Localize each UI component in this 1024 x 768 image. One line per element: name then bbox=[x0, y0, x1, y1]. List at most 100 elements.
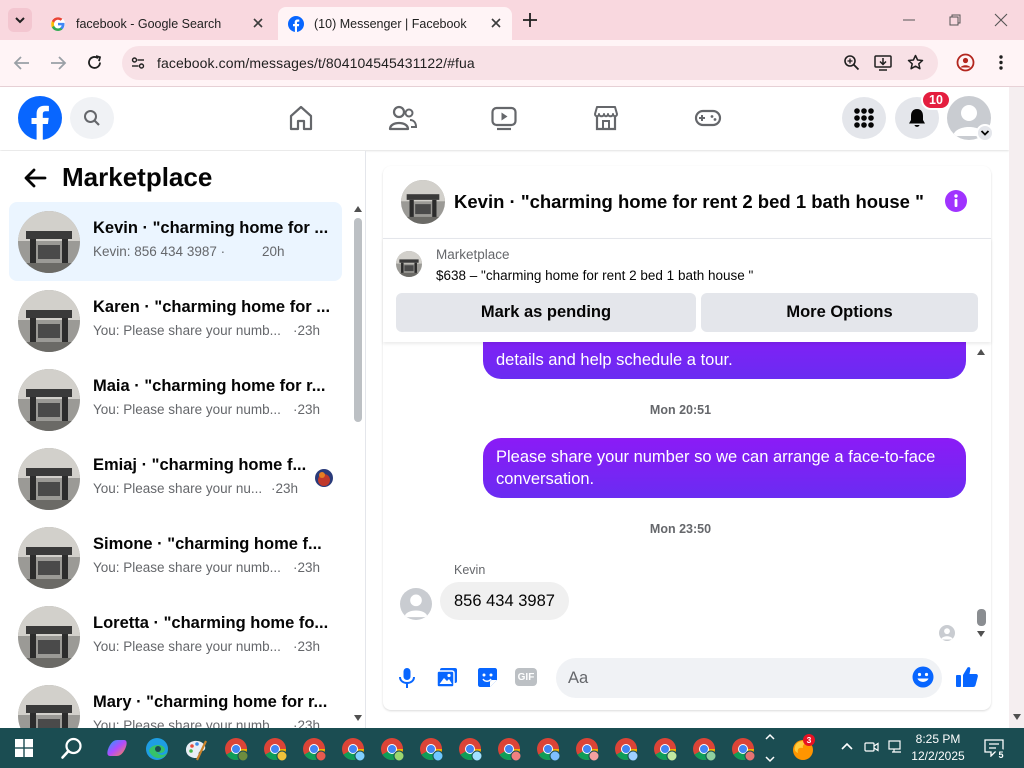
chrome-profile-icon[interactable] bbox=[652, 736, 678, 762]
conversation-name: Kevin · "charming home for ... bbox=[93, 219, 329, 237]
conversation-preview: You: Please share your numb... bbox=[93, 402, 281, 417]
grid-menu-icon bbox=[854, 108, 874, 128]
reload-icon[interactable] bbox=[86, 54, 103, 71]
facebook-logo-icon[interactable] bbox=[18, 96, 62, 140]
chrome-profile-icon[interactable] bbox=[379, 736, 405, 762]
chat-title[interactable]: Kevin · "charming home for rent 2 bed 1 … bbox=[454, 191, 924, 213]
tab-messenger[interactable]: (10) Messenger | Facebook bbox=[278, 7, 512, 40]
message-input[interactable] bbox=[556, 658, 942, 698]
chrome-profile-icon[interactable] bbox=[418, 736, 444, 762]
app-badge: 3 bbox=[803, 734, 815, 746]
video-nav-icon[interactable] bbox=[490, 104, 518, 132]
more-options-button[interactable]: More Options bbox=[701, 293, 978, 332]
chrome-profile-icon[interactable] bbox=[496, 736, 522, 762]
search-button[interactable] bbox=[70, 97, 114, 139]
chrome-profile-icon[interactable] bbox=[340, 736, 366, 762]
sidebar-scroll-thumb[interactable] bbox=[354, 218, 362, 422]
chrome-profile-icon[interactable] bbox=[730, 736, 756, 762]
scroll-up-arrow-icon[interactable] bbox=[976, 348, 986, 356]
sender-avatar[interactable] bbox=[400, 588, 432, 620]
scroll-down-arrow-icon[interactable] bbox=[1012, 713, 1022, 721]
conversation-item[interactable]: Karen · "charming home for ... You: Pleas… bbox=[9, 281, 342, 360]
conversation-name: Maia · "charming home for r... bbox=[93, 377, 326, 395]
sticker-icon[interactable] bbox=[477, 667, 498, 688]
tray-chevron-icon[interactable] bbox=[840, 741, 854, 751]
new-tab-icon[interactable] bbox=[521, 11, 539, 29]
house-photo-thumbnail bbox=[18, 527, 80, 589]
taskbar-overflow-arrow[interactable] bbox=[764, 729, 778, 767]
close-icon[interactable] bbox=[488, 15, 504, 31]
paint-icon[interactable] bbox=[183, 736, 209, 762]
taskbar-clock[interactable]: 8:25 PM 12/2/2025 bbox=[898, 731, 978, 765]
chat-header-thumbnail[interactable] bbox=[401, 180, 445, 224]
taskbar-search-icon[interactable] bbox=[60, 736, 84, 760]
incoming-message[interactable]: 856 434 3987 bbox=[440, 582, 569, 620]
chevron-down-icon bbox=[980, 130, 990, 136]
zoom-icon[interactable] bbox=[843, 54, 860, 71]
read-receipt-avatar bbox=[939, 625, 955, 641]
bookmark-star-icon[interactable] bbox=[907, 54, 924, 71]
microphone-icon[interactable] bbox=[398, 667, 416, 689]
chrome-profile-icon[interactable] bbox=[301, 736, 327, 762]
scroll-down-arrow-icon[interactable] bbox=[976, 630, 986, 638]
conversation-name: Simone · "charming home f... bbox=[93, 535, 322, 553]
tab-google-search[interactable]: facebook - Google Search bbox=[40, 7, 274, 40]
listing-thumbnail bbox=[18, 369, 80, 431]
back-icon[interactable] bbox=[13, 55, 31, 71]
url-text[interactable]: facebook.com/messages/t/804104545431122/… bbox=[157, 55, 475, 71]
friends-nav-icon[interactable] bbox=[388, 104, 418, 132]
edge-icon[interactable] bbox=[144, 736, 170, 762]
windows-start-icon[interactable] bbox=[15, 739, 33, 757]
gif-button[interactable]: GIF bbox=[515, 668, 537, 686]
chrome-profile-icon[interactable] bbox=[535, 736, 561, 762]
window-close-icon[interactable] bbox=[993, 12, 1009, 28]
menu-dots-icon[interactable] bbox=[997, 54, 1005, 71]
chrome-profile-icon[interactable] bbox=[457, 736, 483, 762]
conversation-item[interactable]: Simone · "charming home f... You: Please … bbox=[9, 518, 342, 597]
scroll-up-arrow-icon[interactable] bbox=[353, 205, 363, 213]
conversation-preview: You: Please share your numb... bbox=[93, 639, 281, 654]
tab-search-button[interactable] bbox=[8, 8, 32, 32]
mark-as-pending-button[interactable]: Mark as pending bbox=[396, 293, 696, 332]
listing-price[interactable]: $638 – "charming home for rent 2 bed 1 b… bbox=[436, 268, 753, 283]
forward-icon[interactable] bbox=[49, 55, 67, 71]
chrome-profile-icon[interactable] bbox=[574, 736, 600, 762]
gaming-nav-icon[interactable] bbox=[694, 104, 722, 132]
listing-thumbnail[interactable] bbox=[396, 251, 422, 277]
marketplace-nav-icon[interactable] bbox=[592, 104, 620, 132]
conversation-item[interactable]: Loretta · "charming home fo... You: Pleas… bbox=[9, 597, 342, 676]
chat-scroll-thumb[interactable] bbox=[977, 609, 986, 626]
tab-title: (10) Messenger | Facebook bbox=[314, 16, 467, 31]
account-chevron[interactable] bbox=[976, 124, 994, 142]
conversation-time: 20h bbox=[262, 244, 285, 259]
listing-thumbnail bbox=[18, 211, 80, 273]
chrome-profile-icon[interactable] bbox=[262, 736, 288, 762]
conversation-item[interactable]: Emiaj · "charming home f... You: Please s… bbox=[9, 439, 342, 518]
chrome-profile-icon[interactable] bbox=[223, 736, 249, 762]
info-icon[interactable] bbox=[945, 190, 967, 212]
chrome-profile-icon[interactable] bbox=[691, 736, 717, 762]
menu-button[interactable] bbox=[842, 97, 886, 139]
meet-now-icon[interactable] bbox=[864, 739, 879, 754]
install-app-icon[interactable] bbox=[874, 54, 892, 71]
conversation-time: ·23h bbox=[293, 560, 321, 575]
emoji-icon[interactable] bbox=[912, 666, 934, 688]
outgoing-message[interactable]: Please share your number so we can arran… bbox=[483, 438, 966, 498]
scroll-down-arrow-icon[interactable] bbox=[353, 714, 363, 722]
minimize-icon[interactable] bbox=[901, 12, 917, 28]
back-arrow-icon[interactable] bbox=[23, 168, 47, 188]
photo-icon[interactable] bbox=[436, 667, 458, 688]
message-text: details and help schedule a tour. bbox=[496, 351, 733, 369]
conversation-item[interactable]: Maia · "charming home for r... You: Pleas… bbox=[9, 360, 342, 439]
close-icon[interactable] bbox=[250, 15, 266, 31]
thumbs-up-icon[interactable] bbox=[955, 665, 979, 689]
restore-icon[interactable] bbox=[947, 12, 963, 28]
page-scrollbar[interactable] bbox=[1009, 87, 1024, 728]
profile-icon[interactable] bbox=[956, 53, 975, 72]
home-nav-icon[interactable] bbox=[287, 104, 315, 132]
conversation-item[interactable]: Kevin · "charming home for ... Kevin: 856… bbox=[9, 202, 342, 281]
listing-thumbnail bbox=[18, 290, 80, 352]
site-settings-icon[interactable] bbox=[130, 55, 146, 71]
copilot-icon[interactable] bbox=[104, 736, 130, 762]
chrome-profile-icon[interactable] bbox=[613, 736, 639, 762]
